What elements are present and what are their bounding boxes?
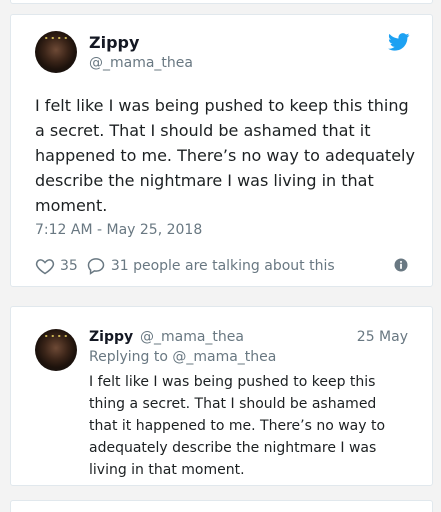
author-handle[interactable]: @_mama_thea: [140, 329, 244, 345]
reply-tweet-card[interactable]: Zippy @_mama_thea 25 May Replying to @_m…: [10, 306, 433, 486]
tweet-actions: 35 31 people are talking about this: [35, 255, 335, 277]
comment-icon[interactable]: [86, 256, 106, 276]
tweet-timestamp[interactable]: 7:12 AM - May 25, 2018: [35, 222, 202, 238]
previous-tweet-card: [10, 0, 433, 4]
author-handle[interactable]: @_mama_thea: [89, 55, 193, 71]
tweet-date[interactable]: 25 May: [357, 329, 408, 345]
next-tweet-card: [10, 500, 433, 512]
tweet-text: I felt like I was being pushed to keep t…: [35, 96, 415, 215]
embedded-tweet-card[interactable]: Zippy @_mama_thea I felt like I was bein…: [10, 14, 433, 287]
avatar[interactable]: [35, 329, 77, 371]
author-name[interactable]: Zippy: [89, 33, 139, 52]
twitter-bird-icon[interactable]: [388, 33, 410, 51]
replying-to[interactable]: Replying to @_mama_thea: [89, 349, 276, 365]
heart-icon[interactable]: [35, 256, 55, 276]
like-count[interactable]: 35: [60, 258, 78, 274]
info-icon[interactable]: [394, 258, 408, 272]
talking-about-link[interactable]: 31 people are talking about this: [111, 258, 335, 274]
avatar[interactable]: [35, 31, 77, 73]
author-name[interactable]: Zippy: [89, 329, 133, 345]
tweet-text: I felt like I was being pushed to keep t…: [89, 374, 386, 478]
